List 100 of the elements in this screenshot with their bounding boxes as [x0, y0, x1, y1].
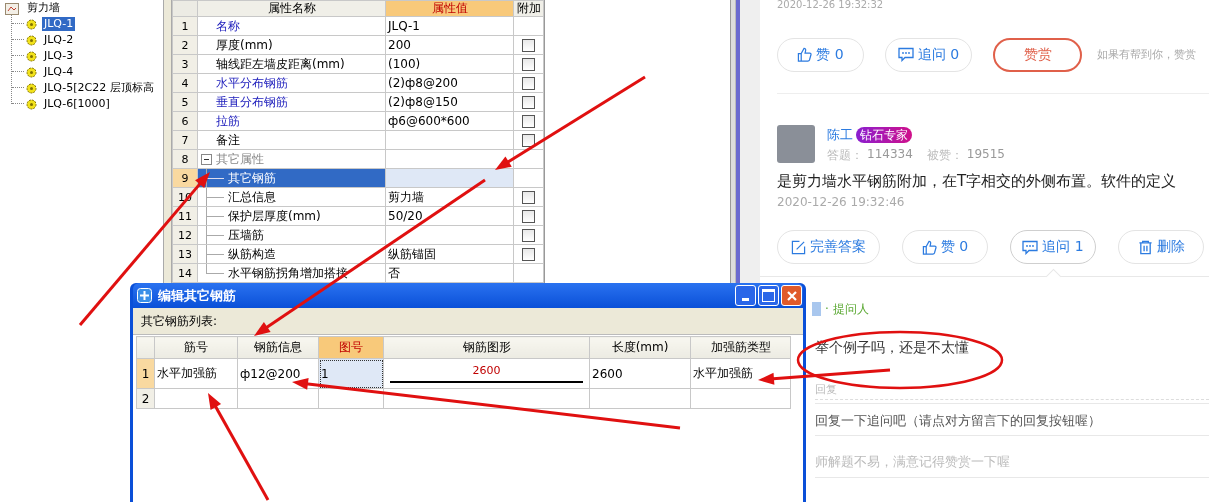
property-name-cell[interactable]: 拉筋: [197, 111, 386, 131]
property-name: 名称: [216, 18, 240, 33]
property-name: 轴线距左墙皮距离(mm): [216, 56, 345, 71]
author-name[interactable]: 陈工: [827, 126, 853, 144]
property-name: 汇总信息: [228, 189, 276, 204]
thumbs-up-icon: [797, 47, 813, 62]
maximize-button[interactable]: [758, 285, 779, 306]
like-button[interactable]: 赞 0: [777, 37, 864, 72]
property-name: 保护层厚度(mm): [228, 208, 321, 223]
checkbox[interactable]: [522, 248, 535, 261]
close-icon: [785, 289, 798, 302]
role-label: · 提问人: [825, 300, 869, 318]
checkbox[interactable]: [522, 229, 535, 242]
expert-badge: 钻石专家: [856, 127, 912, 143]
minimize-button[interactable]: [735, 285, 756, 306]
column-header[interactable]: 加强筋类型: [690, 336, 791, 359]
delete-button[interactable]: 删除: [1118, 230, 1204, 264]
collapse-icon[interactable]: [201, 154, 212, 165]
app-icon: [137, 288, 152, 303]
property-name-cell[interactable]: 水平分布钢筋: [197, 73, 386, 93]
property-value[interactable]: 剪力墙: [385, 187, 514, 207]
avatar-placeholder: [777, 125, 815, 163]
tree-item[interactable]: JLQ-4: [42, 65, 76, 79]
stat-label: 被赞：: [926, 147, 963, 164]
property-name-cell[interactable]: 纵筋构造: [197, 244, 386, 264]
column-header[interactable]: 钢筋图形: [383, 336, 590, 359]
column-header[interactable]: 属性名称: [197, 0, 386, 17]
avatar-placeholder: [812, 302, 821, 316]
property-value[interactable]: 200: [385, 35, 514, 55]
property-value[interactable]: 50/20: [385, 206, 514, 226]
column-header[interactable]: 图号: [318, 336, 384, 359]
timestamp: 2020-12-26 19:32:46: [777, 195, 906, 209]
table-cell[interactable]: [318, 388, 384, 409]
property-value[interactable]: 否: [385, 263, 514, 283]
property-name-cell[interactable]: 垂直分布钢筋: [197, 92, 386, 112]
tree-item[interactable]: JLQ-6[1000]: [42, 97, 112, 111]
column-header[interactable]: 附加: [513, 0, 544, 17]
property-name-cell[interactable]: 汇总信息: [197, 187, 386, 207]
property-name-cell[interactable]: 备注: [197, 130, 386, 150]
checkbox[interactable]: [522, 58, 535, 71]
column-header[interactable]: 长度(mm): [589, 336, 691, 359]
property-name: 纵筋构造: [228, 246, 276, 261]
property-name-cell[interactable]: 保护层厚度(mm): [197, 206, 386, 226]
property-name: 其它属性: [216, 151, 264, 166]
property-value[interactable]: ф6@600*600: [385, 111, 514, 131]
tree-item[interactable]: JLQ-5[2C22 层顶标高: [42, 81, 156, 95]
property-name: 拉筋: [216, 113, 240, 128]
checkbox[interactable]: [522, 191, 535, 204]
table-cell[interactable]: [237, 388, 319, 409]
follow-up-button[interactable]: 追问 1: [1010, 230, 1096, 264]
thumbs-up-icon: [921, 239, 937, 255]
tree-item[interactable]: JLQ-1: [42, 17, 76, 31]
property-value[interactable]: (2)ф8@200: [385, 73, 514, 93]
property-name-cell[interactable]: 其它属性: [197, 149, 386, 169]
minimize-icon: [742, 298, 749, 301]
tree-item[interactable]: JLQ-3: [42, 49, 76, 63]
stat-value: 19515: [966, 147, 1005, 163]
table-cell[interactable]: [589, 388, 691, 409]
column-header[interactable]: 属性值: [385, 0, 514, 17]
table-cell[interactable]: [690, 388, 791, 409]
shape-length: 2600: [471, 364, 502, 378]
property-name: 备注: [216, 132, 240, 147]
property-value[interactable]: (2)ф8@150: [385, 92, 514, 112]
property-name-cell[interactable]: 压墙筋: [197, 225, 386, 245]
like-button[interactable]: 赞 0: [902, 230, 988, 264]
property-name-cell[interactable]: 轴线距左墙皮距离(mm): [197, 54, 386, 74]
property-name: 垂直分布钢筋: [216, 94, 288, 109]
property-name-cell[interactable]: 厚度(mm): [197, 35, 386, 55]
checkbox[interactable]: [522, 134, 535, 147]
follow-up-button[interactable]: 追问 0: [885, 37, 972, 72]
gear-icon: [26, 34, 37, 46]
gear-icon: [26, 50, 37, 62]
stat-label: 答题：: [827, 147, 863, 164]
property-value[interactable]: [385, 225, 514, 245]
checkbox[interactable]: [522, 77, 535, 90]
checkbox[interactable]: [522, 96, 535, 109]
table-cell[interactable]: 水平加强筋: [154, 358, 238, 389]
property-value[interactable]: JLQ-1: [385, 16, 514, 36]
maximize-icon: [762, 289, 775, 302]
column-header[interactable]: 钢筋信息: [237, 336, 319, 359]
property-value[interactable]: (100): [385, 54, 514, 74]
reply-prompt: 回复一下追问吧（请点对方留言下的回复按钮喔）: [815, 404, 1209, 436]
tree-item[interactable]: 剪力墙: [25, 1, 62, 15]
property-name: 厚度(mm): [216, 37, 273, 52]
property-name-cell[interactable]: 名称: [197, 16, 386, 36]
property-name: 其它钢筋: [228, 170, 276, 185]
answer-text: 是剪力墙水平钢筋附加，在T字相交的外侧布置。软件的定义: [777, 171, 1178, 191]
tree-item[interactable]: JLQ-2: [42, 33, 76, 47]
table-cell[interactable]: 2600: [589, 358, 691, 389]
improve-answer-button[interactable]: 完善答案: [777, 230, 880, 264]
timestamp: 2020-12-26 19:32:32: [777, 0, 885, 10]
property-value[interactable]: 纵筋锚固: [385, 244, 514, 264]
checkbox[interactable]: [522, 39, 535, 52]
reward-button[interactable]: 赞赏: [993, 37, 1082, 72]
hint-text: 如果有帮到你，赞赏: [1097, 47, 1196, 62]
checkbox[interactable]: [522, 115, 535, 128]
close-button[interactable]: [781, 285, 802, 306]
column-header[interactable]: 筋号: [154, 336, 238, 359]
gear-icon: [26, 82, 37, 94]
checkbox[interactable]: [522, 210, 535, 223]
